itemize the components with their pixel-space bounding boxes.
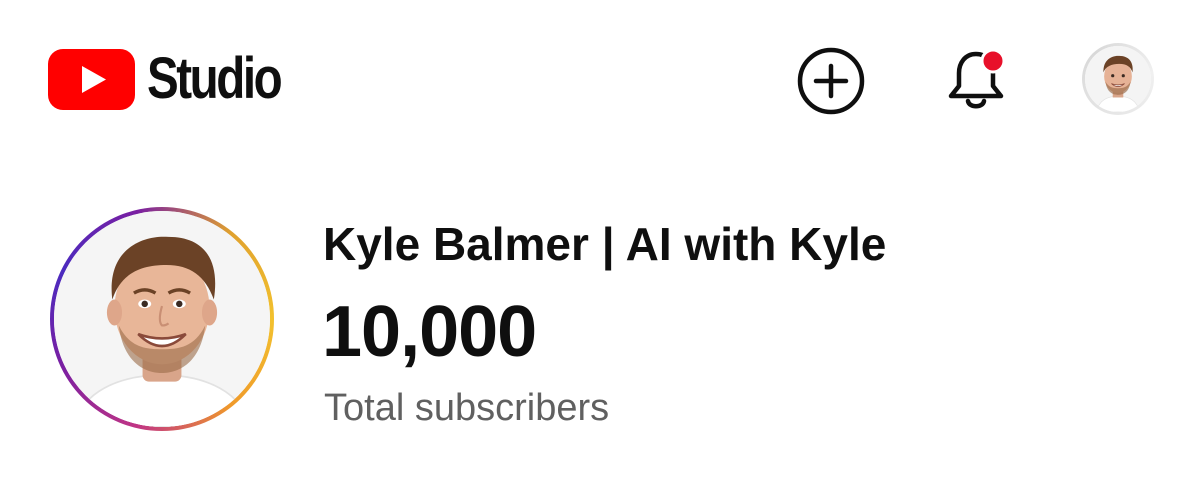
account-button[interactable]: [1082, 43, 1154, 115]
channel-avatar[interactable]: [50, 207, 274, 431]
avatar: [1082, 43, 1154, 115]
avatar-photo: [1085, 46, 1151, 112]
youtube-play-icon: [48, 48, 135, 110]
studio-logo[interactable]: Studio: [48, 44, 309, 114]
notification-dot: [980, 48, 1006, 74]
create-button[interactable]: [794, 44, 868, 118]
channel-avatar-photo: [54, 211, 270, 427]
notifications-button[interactable]: [938, 42, 1014, 118]
subscriber-label: Total subscribers: [324, 387, 610, 429]
plus-circle-icon: [797, 47, 865, 115]
channel-name: Kyle Balmer | AI with Kyle: [323, 218, 887, 270]
subscriber-count: 10,000: [322, 292, 537, 372]
logo-text: Studio: [147, 46, 283, 111]
bell-icon: [948, 48, 1006, 109]
studio-app: Studio Kyle Balmer | AI with Kyle 10,000…: [0, 0, 1200, 493]
